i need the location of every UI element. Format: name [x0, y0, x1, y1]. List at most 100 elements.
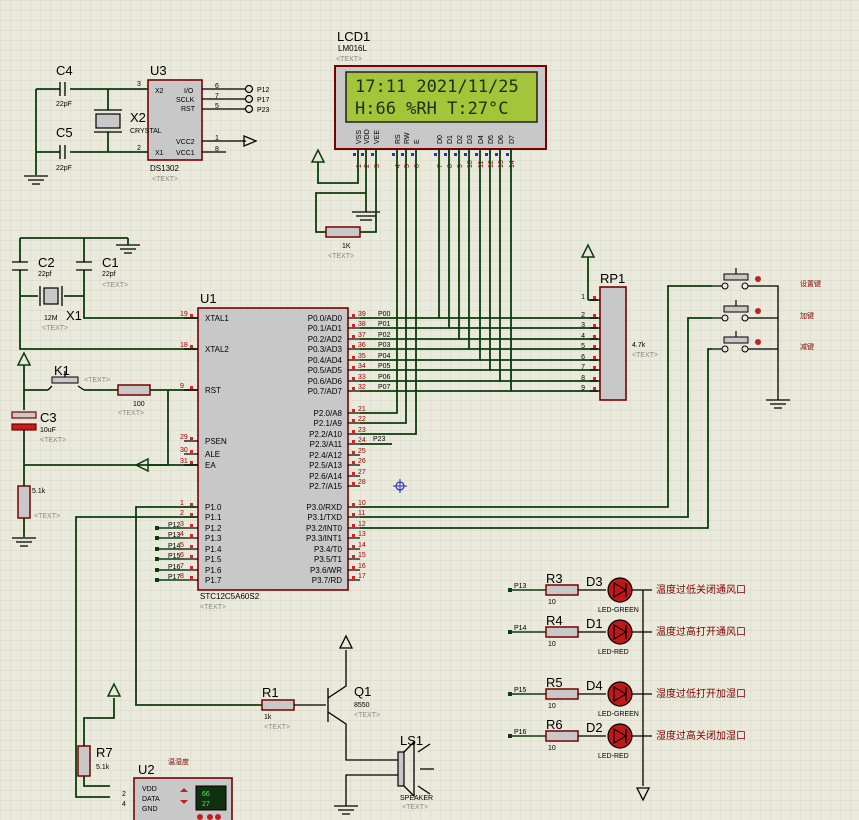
u1-left-pin-label: P1.7 — [205, 576, 222, 585]
lcd-contrast-resistor[interactable] — [325, 226, 361, 238]
c3-capacitor[interactable] — [11, 423, 37, 431]
reset-resistor-tag: <TEXT> — [118, 410, 144, 417]
junction-dot — [508, 588, 512, 592]
u1-left-pin-number: 9 — [180, 383, 184, 390]
pin-marker — [352, 440, 355, 443]
r-5k1-value: 5.1k — [32, 488, 46, 495]
u1-p1-net: P16 — [168, 564, 181, 571]
u1-right-pin-label: P0.4/AD4 — [308, 356, 343, 365]
pin-marker — [352, 534, 355, 537]
c5-value: 22pF — [56, 165, 72, 172]
u1-right-pin-number: 25 — [358, 448, 366, 455]
lcd-pin-number: 4 — [395, 164, 402, 168]
r7-resistor[interactable] — [77, 745, 91, 777]
pin-marker — [352, 324, 355, 327]
rp1-pin-number: 1 — [581, 294, 585, 301]
u1-right-pin-label: P0.5/AD5 — [308, 366, 343, 375]
schematic-canvas[interactable]: LCD1 LM016L <TEXT> 17:11 2021/11/25 H:66… — [0, 0, 859, 820]
u1-left-pin-label: EA — [205, 461, 216, 470]
u1-right-pin-label: P3.3/INT1 — [306, 534, 343, 543]
u1-right-pin-number: 17 — [358, 573, 366, 580]
u3-ref: U3 — [150, 63, 167, 78]
led-resistor[interactable] — [545, 730, 579, 742]
x2-crystal[interactable] — [95, 113, 121, 129]
pin-marker — [190, 437, 193, 440]
led-type: LED-GREEN — [598, 711, 639, 718]
pin-marker — [352, 513, 355, 516]
key-indicator-dot — [755, 339, 761, 345]
speaker-icon[interactable] — [397, 751, 405, 787]
junction-dot — [508, 630, 512, 634]
led-resistor[interactable] — [545, 626, 579, 638]
r1-resistor[interactable] — [261, 699, 295, 711]
led-label: 湿度过高关闭加湿口 — [656, 729, 746, 742]
pin-marker — [352, 409, 355, 412]
u3-text-tag: <TEXT> — [152, 176, 178, 183]
c1-text-tag: <TEXT> — [102, 282, 128, 289]
u1-p0-net: P00 — [378, 311, 391, 318]
u1-left-pin-number: 4 — [180, 531, 184, 538]
u2-display-temp: 27 — [202, 801, 210, 808]
pin-marker — [593, 366, 596, 369]
u1-left-pin-number: 1 — [180, 500, 184, 507]
u1-right-pin-label: P2.5/A13 — [309, 461, 342, 470]
u1-left-pin-number: 18 — [180, 342, 188, 349]
u1-right-pin-number: 22 — [358, 416, 366, 423]
led-resistor[interactable] — [545, 688, 579, 700]
c2-value: 22pf — [38, 271, 52, 278]
u1-right-pin-number: 28 — [358, 479, 366, 486]
c2-ref: C2 — [38, 255, 55, 270]
u2-display — [195, 785, 227, 811]
u1-right-pin-number: 14 — [358, 542, 366, 549]
pin-marker — [495, 153, 498, 156]
lcd-contrast-tag: <TEXT> — [328, 253, 354, 260]
pin-marker — [190, 534, 193, 537]
u1-p0-net: P02 — [378, 332, 391, 339]
lcd-pin-number: 2 — [364, 164, 371, 168]
u1-p0-net: P05 — [378, 363, 391, 370]
u1-right-pin-number: 12 — [358, 521, 366, 528]
led-type: LED-GREEN — [598, 607, 639, 614]
key-label: 减键 — [800, 342, 814, 351]
pin-marker — [593, 377, 596, 380]
lcd-pin-label: D1 — [447, 135, 454, 144]
led-resistor-value: 10 — [548, 641, 556, 648]
reset-resistor[interactable] — [117, 384, 151, 396]
c1-value: 22pf — [102, 271, 116, 278]
led-body-icon — [607, 619, 633, 645]
u1-left-pin-number: 19 — [180, 311, 188, 318]
pin-marker — [352, 545, 355, 548]
led-resistor-value: 10 — [548, 599, 556, 606]
u1-left-pin-label: P1.6 — [205, 566, 222, 575]
pin-marker — [506, 153, 509, 156]
u1-right-pin-label: P3.2/INT0 — [306, 524, 343, 533]
u3-pin-x2: X2 — [155, 88, 164, 95]
pin-marker — [190, 503, 193, 506]
u1-p0-net: P01 — [378, 321, 391, 328]
junction-dot — [155, 568, 159, 572]
c3-ref: C3 — [40, 410, 57, 425]
pin-marker — [352, 419, 355, 422]
u1-left-pin-number: 6 — [180, 552, 184, 559]
u1-right-pin-label: P3.6/WR — [310, 566, 342, 575]
u1-p1-net: P12 — [168, 522, 181, 529]
rp1-pin-number: 8 — [581, 375, 585, 382]
u1-left-pin-label: P1.4 — [205, 545, 222, 554]
u1-ref: U1 — [200, 291, 217, 306]
led-net: P14 — [514, 625, 527, 632]
lcd-pin-label: D5 — [488, 135, 495, 144]
x2-ref: X2 — [130, 110, 146, 125]
u3-pin-vcc2: VCC2 — [176, 139, 195, 146]
x1-ref: X1 — [66, 308, 82, 323]
pin-marker — [401, 153, 404, 156]
lcd-pin-label: D4 — [478, 135, 485, 144]
pin-marker — [454, 153, 457, 156]
pin-marker — [190, 450, 193, 453]
r-5k1-resistor[interactable] — [17, 485, 31, 519]
x1-crystal[interactable] — [43, 287, 59, 305]
pin-marker — [352, 345, 355, 348]
lcd-text-tag: <TEXT> — [336, 56, 362, 63]
pin-marker — [352, 377, 355, 380]
pin-marker — [352, 451, 355, 454]
led-resistor[interactable] — [545, 584, 579, 596]
